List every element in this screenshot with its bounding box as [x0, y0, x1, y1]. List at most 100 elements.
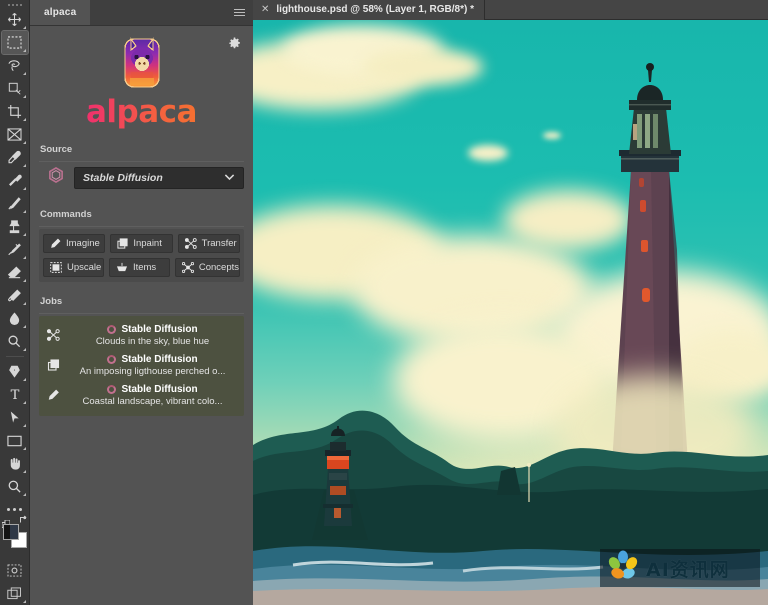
- toolbar-drag-handle[interactable]: [7, 2, 23, 7]
- panel-menu-icon[interactable]: [234, 0, 253, 25]
- source-divider: [39, 161, 244, 162]
- inpaint-label: Inpaint: [133, 238, 162, 249]
- alpaca-panel-body: alpaca Source Stable Diffusion Comm: [30, 26, 253, 605]
- rectangular-marquee-tool[interactable]: [2, 31, 28, 54]
- quick-mask-icon[interactable]: [2, 559, 28, 582]
- job-item[interactable]: Stable Diffusion Coastal landscape, vibr…: [39, 380, 244, 410]
- tools-panel: T: [0, 0, 30, 605]
- items-label: Items: [133, 262, 156, 273]
- hand-tool[interactable]: [2, 452, 28, 475]
- lasso-tool[interactable]: [2, 54, 28, 77]
- document-tab-title: lighthouse.psd @ 58% (Layer 1, RGB/8*) *: [276, 4, 474, 15]
- screen-mode-icon[interactable]: [2, 582, 28, 605]
- swap-colors-icon[interactable]: [19, 515, 28, 526]
- blur-tool[interactable]: [2, 307, 28, 330]
- nodes-icon: [45, 329, 61, 341]
- photoshop-window: T: [0, 0, 768, 605]
- job-item[interactable]: Stable Diffusion Clouds in the sky, blue…: [39, 320, 244, 350]
- clone-stamp-tool[interactable]: [2, 215, 28, 238]
- hexagon-ring-icon: [47, 166, 65, 189]
- canvas-area: ✕ lighthouse.psd @ 58% (Layer 1, RGB/8*)…: [253, 0, 768, 605]
- spinner-ring-icon: [107, 385, 116, 394]
- job-title: Stable Diffusion: [121, 384, 197, 395]
- job-prompt: Coastal landscape, vibrant colo...: [67, 396, 238, 407]
- job-prompt: Clouds in the sky, blue hue: [67, 336, 238, 347]
- job-title-row: Stable Diffusion: [67, 354, 238, 365]
- gear-icon[interactable]: [228, 37, 241, 55]
- color-swatches[interactable]: [2, 523, 28, 549]
- commands-row-2: Upscale Items Concepts: [43, 258, 240, 277]
- imagine-button[interactable]: Imagine: [43, 234, 105, 253]
- jobs-section-label: Jobs: [40, 296, 244, 307]
- cloud: [363, 48, 483, 86]
- job-prompt: An imposing ligthouse perched o...: [67, 366, 238, 377]
- artboard[interactable]: AI资讯网: [253, 20, 768, 605]
- expand-frame-icon: [50, 262, 62, 273]
- source-section-label: Source: [40, 144, 244, 155]
- path-selection-tool[interactable]: [2, 406, 28, 429]
- gradient-tool[interactable]: [2, 284, 28, 307]
- imagine-label: Imagine: [66, 238, 100, 249]
- job-title: Stable Diffusion: [121, 324, 197, 335]
- zoom-tool[interactable]: [2, 475, 28, 498]
- eyedropper-tool[interactable]: [2, 146, 28, 169]
- items-button[interactable]: Items: [109, 258, 170, 277]
- spinner-ring-icon: [107, 325, 116, 334]
- document-tab-bar: ✕ lighthouse.psd @ 58% (Layer 1, RGB/8*)…: [253, 0, 768, 20]
- rectangle-tool[interactable]: [2, 429, 28, 452]
- close-icon[interactable]: ✕: [261, 4, 269, 15]
- alpaca-llama-logo: [39, 26, 244, 90]
- job-text: Stable Diffusion Clouds in the sky, blue…: [67, 324, 238, 347]
- panel-tab-bar: alpaca: [30, 0, 253, 26]
- source-selected-value: Stable Diffusion: [83, 172, 163, 184]
- flower-petal-logo: [606, 549, 640, 588]
- pen-tool[interactable]: [2, 360, 28, 383]
- brush-tool[interactable]: [2, 192, 28, 215]
- job-item[interactable]: Stable Diffusion An imposing ligthouse p…: [39, 350, 244, 380]
- document-tab[interactable]: ✕ lighthouse.psd @ 58% (Layer 1, RGB/8*)…: [253, 0, 485, 20]
- transfer-label: Transfer: [202, 238, 237, 249]
- flag-pole: [526, 462, 532, 502]
- commands-section-label: Commands: [40, 209, 244, 220]
- cloud: [468, 145, 508, 161]
- commands-box: Imagine Inpaint Transfer: [39, 229, 244, 282]
- eraser-tool[interactable]: [2, 261, 28, 284]
- commands-divider: [39, 226, 244, 227]
- spot-healing-brush-tool[interactable]: [2, 169, 28, 192]
- job-text: Stable Diffusion An imposing ligthouse p…: [67, 354, 238, 377]
- type-tool[interactable]: T: [2, 383, 28, 406]
- concepts-button[interactable]: Concepts: [175, 258, 240, 277]
- jobs-divider: [39, 313, 244, 314]
- job-text: Stable Diffusion Coastal landscape, vibr…: [67, 384, 238, 407]
- layers-icon: [117, 238, 128, 249]
- tab-alpaca[interactable]: alpaca: [30, 0, 90, 25]
- watermark: AI资讯网: [600, 549, 760, 587]
- jobs-list: Stable Diffusion Clouds in the sky, blue…: [39, 316, 244, 416]
- transfer-button[interactable]: Transfer: [178, 234, 240, 253]
- svg-text:T: T: [10, 388, 19, 402]
- inpaint-button[interactable]: Inpaint: [110, 234, 172, 253]
- foreground-color-swatch[interactable]: [3, 524, 19, 540]
- pencil-icon: [45, 389, 61, 401]
- alpaca-wordmark: alpaca: [39, 94, 244, 130]
- watermark-text: AI资讯网: [646, 555, 730, 582]
- history-brush-tool[interactable]: [2, 238, 28, 261]
- frame-tool[interactable]: [2, 123, 28, 146]
- source-select[interactable]: Stable Diffusion: [74, 167, 244, 189]
- lighthouse-artwork: AI资讯网: [253, 20, 768, 605]
- move-tool[interactable]: [2, 8, 28, 31]
- nodes-icon: [185, 238, 197, 249]
- object-selection-tool[interactable]: [2, 77, 28, 100]
- source-row: Stable Diffusion: [39, 164, 244, 195]
- upscale-button[interactable]: Upscale: [43, 258, 104, 277]
- layers-icon: [45, 359, 61, 371]
- crop-tool[interactable]: [2, 100, 28, 123]
- upscale-label: Upscale: [67, 262, 101, 273]
- panel-tab-label: alpaca: [44, 7, 76, 18]
- lighthouse-secondary: [310, 420, 370, 560]
- concepts-label: Concepts: [199, 262, 239, 273]
- alpaca-panel: alpaca: [30, 0, 253, 605]
- commands-row-1: Imagine Inpaint Transfer: [43, 234, 240, 253]
- job-title: Stable Diffusion: [121, 354, 197, 365]
- dodge-tool[interactable]: [2, 330, 28, 353]
